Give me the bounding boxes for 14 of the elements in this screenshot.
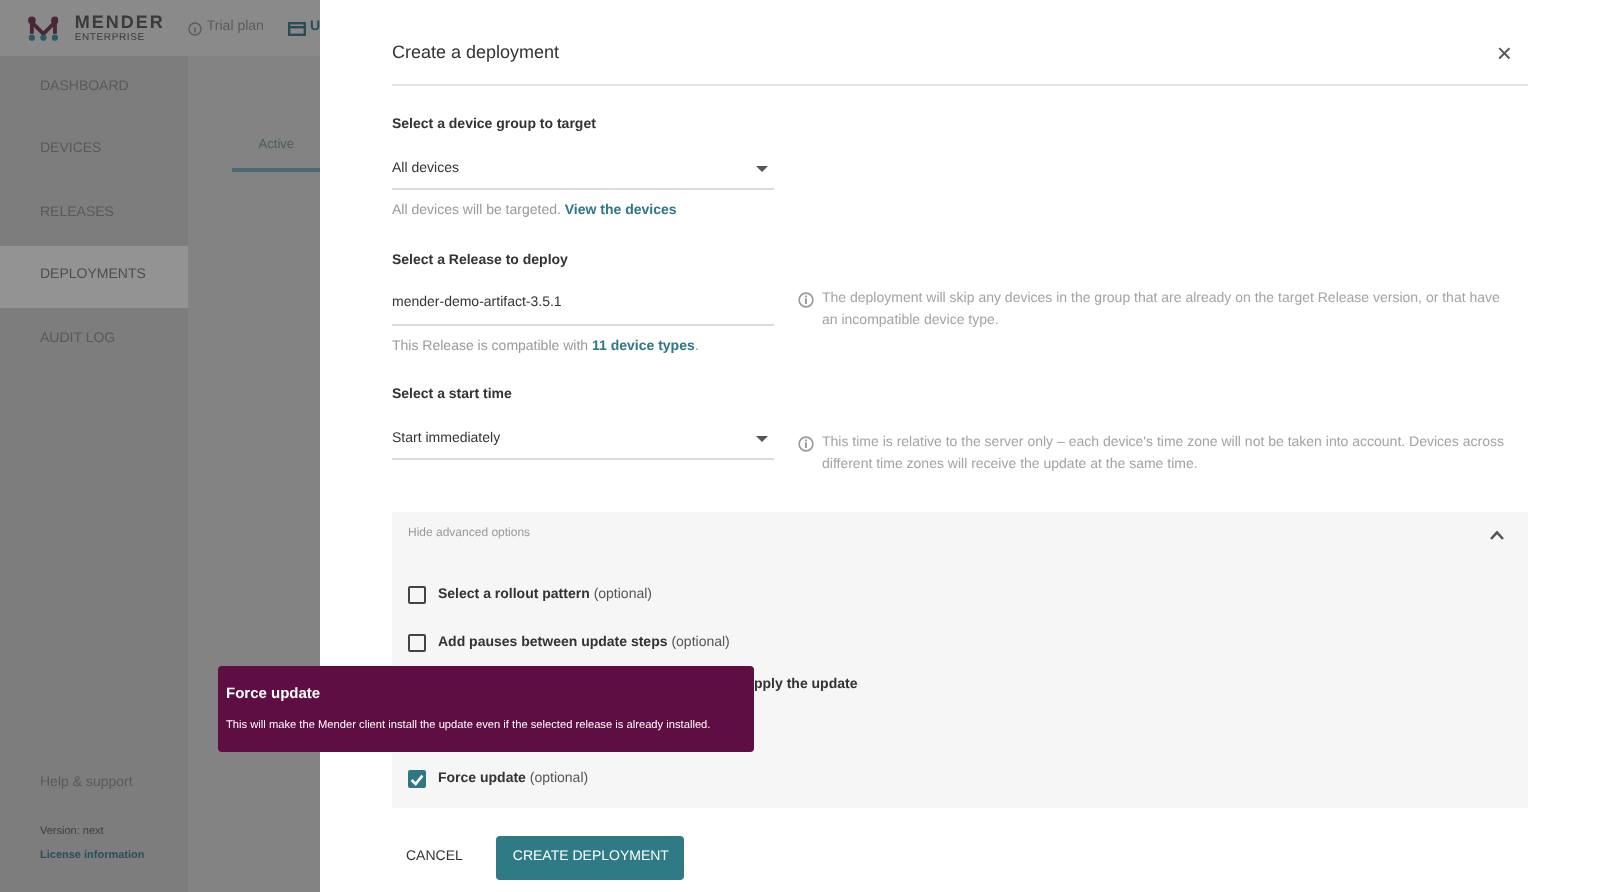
card-icon [287, 21, 306, 35]
logo-text: MENDER [74, 13, 165, 31]
close-button[interactable]: × [1480, 40, 1528, 66]
checkbox[interactable] [408, 634, 426, 653]
info-icon [798, 435, 814, 451]
info-icon [188, 21, 203, 35]
chevron-up-icon[interactable] [1490, 530, 1504, 541]
caret-icon [756, 165, 768, 173]
info-icon [798, 292, 814, 308]
checkbox[interactable] [408, 770, 426, 789]
checkbox[interactable] [408, 586, 426, 605]
caret-icon [756, 435, 768, 443]
logo-icon [28, 15, 59, 41]
dialog-title: Create a deployment [392, 39, 560, 66]
